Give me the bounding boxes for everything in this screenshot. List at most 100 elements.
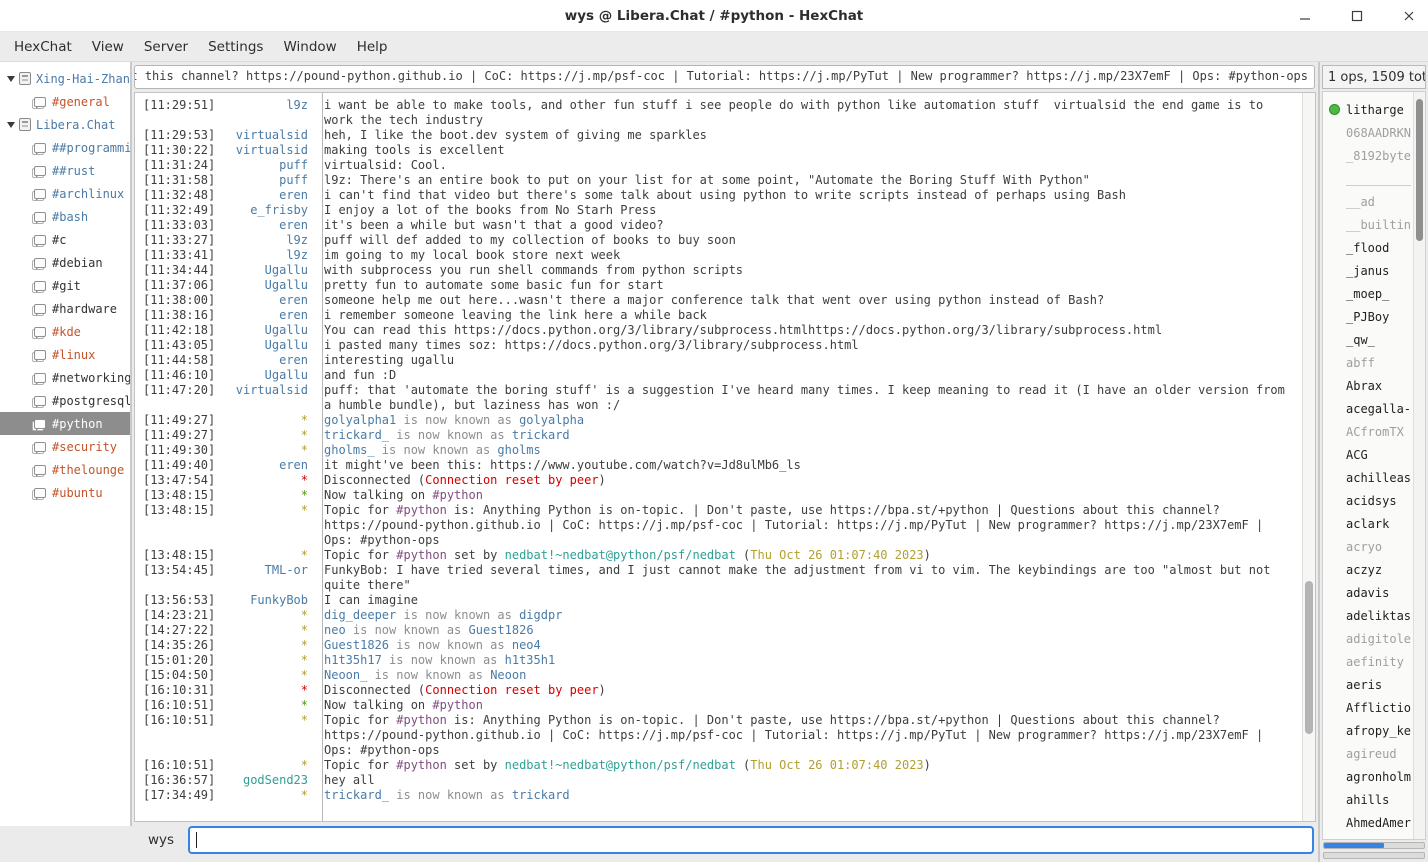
- timestamp: [16:10:51]: [143, 758, 219, 773]
- channel-label: #archlinux: [52, 187, 124, 201]
- nick: *: [219, 443, 317, 458]
- timestamp: [13:56:53]: [143, 593, 219, 608]
- user-row[interactable]: adeliktas: [1329, 604, 1411, 627]
- user-row[interactable]: adigitole: [1329, 627, 1411, 650]
- user-row[interactable]: aclark: [1329, 512, 1411, 535]
- user-row[interactable]: ahills: [1329, 788, 1411, 811]
- channel-row-ubuntu[interactable]: #ubuntu: [0, 481, 130, 504]
- user-row[interactable]: __builtin: [1329, 213, 1411, 236]
- channel-row-hardware[interactable]: #hardware: [0, 297, 130, 320]
- menu-item-hexchat[interactable]: HexChat: [4, 35, 82, 59]
- user-nick: _8192byte: [1346, 149, 1411, 163]
- menu-item-window[interactable]: Window: [273, 35, 346, 59]
- message-segment: trickard_: [324, 428, 389, 442]
- message: You can read this https://docs.python.or…: [317, 323, 1299, 338]
- text-cursor-icon: [196, 832, 197, 848]
- channel-row-programming[interactable]: ##programming: [0, 136, 130, 159]
- nick: *: [219, 488, 317, 503]
- channel-row-archlinux[interactable]: #archlinux: [0, 182, 130, 205]
- userlist-scrollbar[interactable]: [1413, 92, 1425, 839]
- user-row[interactable]: ACG: [1329, 443, 1411, 466]
- chat-line: [11:46:10]Ugalluand fun :D: [143, 368, 1299, 383]
- user-row[interactable]: acidsys: [1329, 489, 1411, 512]
- menu-item-server[interactable]: Server: [134, 35, 198, 59]
- user-row[interactable]: abff: [1329, 351, 1411, 374]
- menu-item-settings[interactable]: Settings: [198, 35, 273, 59]
- chat-scrollbar[interactable]: [1302, 93, 1315, 821]
- message-segment: puff will def added to my collection of …: [324, 233, 736, 247]
- user-row[interactable]: achilleas: [1329, 466, 1411, 489]
- channel-label: ##rust: [52, 164, 95, 178]
- message-segment: ): [599, 473, 606, 487]
- nick: *: [219, 623, 317, 638]
- server-row-xing-hai-zhan[interactable]: Xing-Hai-Zhan: [0, 67, 130, 90]
- channel-row-git[interactable]: #git: [0, 274, 130, 297]
- server-row-libera.chat[interactable]: Libera.Chat: [0, 113, 130, 136]
- menu-item-help[interactable]: Help: [347, 35, 398, 59]
- nick: TML-or: [219, 563, 317, 578]
- channel-row-networking[interactable]: #networking: [0, 366, 130, 389]
- timestamp: [14:35:26]: [143, 638, 219, 653]
- expander-icon[interactable]: [7, 122, 15, 128]
- user-row[interactable]: _moep_: [1329, 282, 1411, 305]
- maximize-icon[interactable]: [1346, 5, 1368, 27]
- user-row[interactable]: litharge: [1329, 98, 1411, 121]
- user-row[interactable]: _qw_: [1329, 328, 1411, 351]
- minimize-icon[interactable]: [1294, 5, 1316, 27]
- user-row[interactable]: AhmedAmer: [1329, 811, 1411, 834]
- chat-scrollbar-thumb[interactable]: [1305, 581, 1313, 734]
- channel-row-postgresql[interactable]: #postgresql: [0, 389, 130, 412]
- input-bar: wys: [132, 822, 1318, 862]
- message: golyalpha1 is now known as golyalpha: [317, 413, 1299, 428]
- channel-row-security[interactable]: #security: [0, 435, 130, 458]
- user-row[interactable]: __ad: [1329, 190, 1411, 213]
- topic-input[interactable]: about this channel? https://pound-python…: [134, 65, 1315, 89]
- user-row[interactable]: 068AADRKN: [1329, 121, 1411, 144]
- user-row[interactable]: afropy_ke: [1329, 719, 1411, 742]
- message-input[interactable]: [188, 826, 1314, 854]
- user-row[interactable]: ACfromTX: [1329, 420, 1411, 443]
- user-nick: adeliktas: [1346, 609, 1411, 623]
- channel-row-general[interactable]: #general: [0, 90, 130, 113]
- channel-row-linux[interactable]: #linux: [0, 343, 130, 366]
- userlist-scrollbar-thumb[interactable]: [1416, 99, 1423, 241]
- chat-line: [11:49:30]*gholms_ is now known as gholm…: [143, 443, 1299, 458]
- nick: FunkyBob: [219, 593, 317, 608]
- user-row[interactable]: agireud: [1329, 742, 1411, 765]
- user-row[interactable]: _flood: [1329, 236, 1411, 259]
- user-row[interactable]: aeris: [1329, 673, 1411, 696]
- channel-row-c[interactable]: #c: [0, 228, 130, 251]
- user-row[interactable]: agronholm: [1329, 765, 1411, 788]
- user-row[interactable]: Affliction: [1329, 696, 1411, 719]
- user-nick: aefinity: [1346, 655, 1404, 669]
- user-row[interactable]: aefinity: [1329, 650, 1411, 673]
- chat-area[interactable]: [11:29:51]l9zi want be able to make tool…: [134, 92, 1316, 822]
- channel-row-kde[interactable]: #kde: [0, 320, 130, 343]
- user-nick: _moep_: [1346, 287, 1389, 301]
- user-row[interactable]: _janus: [1329, 259, 1411, 282]
- channel-row-python[interactable]: #python: [0, 412, 130, 435]
- message: virtualsid: Cool.: [317, 158, 1299, 173]
- user-row[interactable]: adavis: [1329, 581, 1411, 604]
- message-segment: is: Anything Python is on-topic. | Don't…: [324, 503, 1270, 547]
- message-segment: digdpr: [519, 608, 562, 622]
- message-segment: ): [924, 758, 931, 772]
- channel-row-debian[interactable]: #debian: [0, 251, 130, 274]
- user-row[interactable]: aczyz: [1329, 558, 1411, 581]
- channel-row-rust[interactable]: ##rust: [0, 159, 130, 182]
- user-row[interactable]: _________: [1329, 167, 1411, 190]
- channel-row-bash[interactable]: #bash: [0, 205, 130, 228]
- menu-item-view[interactable]: View: [82, 35, 134, 59]
- nick: *: [219, 698, 317, 713]
- timestamp: [13:48:15]: [143, 503, 219, 518]
- channel-row-thelounge[interactable]: #thelounge: [0, 458, 130, 481]
- user-row[interactable]: acegalla-: [1329, 397, 1411, 420]
- expander-icon[interactable]: [7, 76, 15, 82]
- timestamp: [11:49:30]: [143, 443, 219, 458]
- user-row[interactable]: _8192byte: [1329, 144, 1411, 167]
- user-row[interactable]: _PJBoy: [1329, 305, 1411, 328]
- channel-icon: [34, 304, 46, 314]
- user-row[interactable]: Abrax: [1329, 374, 1411, 397]
- user-row[interactable]: acryo: [1329, 535, 1411, 558]
- close-icon[interactable]: [1398, 5, 1420, 27]
